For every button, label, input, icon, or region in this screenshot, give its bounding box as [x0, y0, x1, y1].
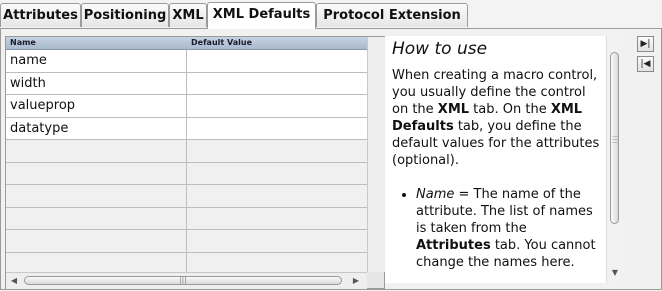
empty-table-row	[6, 230, 367, 253]
empty-table-row	[6, 185, 367, 208]
table-row[interactable]: name	[6, 50, 367, 73]
empty-cell	[187, 207, 367, 229]
column-header-name[interactable]: Name	[6, 37, 187, 49]
empty-cell	[6, 162, 187, 184]
empty-table-row	[6, 140, 367, 163]
tab-protocol-extension[interactable]: Protocol Extension	[316, 3, 468, 27]
default-value-cell[interactable]	[187, 50, 367, 72]
help-bold-xml: XML	[437, 102, 470, 117]
tab-positioning[interactable]: Positioning	[81, 3, 169, 27]
defaults-grid: Name Default Value name width valueprop …	[5, 36, 385, 289]
grid-vertical-scrollbar[interactable]	[367, 37, 385, 272]
empty-cell	[6, 230, 187, 252]
move-right-button[interactable]: ▶|	[637, 36, 654, 52]
empty-cell	[187, 252, 367, 272]
grid-horizontal-scrollbar[interactable]: ◀ ||| ▶	[6, 272, 367, 289]
help-bullet-list: Name = The name of the attribute. The li…	[392, 186, 604, 271]
tab-attributes[interactable]: Attributes	[0, 3, 81, 27]
empty-table-row	[6, 207, 367, 230]
horizontal-scroll-thumb[interactable]: |||	[24, 276, 342, 285]
column-header-default-value[interactable]: Default Value	[187, 37, 367, 49]
xml-defaults-panel: Name Default Value name width valueprop …	[0, 29, 662, 290]
xml-defaults-window: Attributes Positioning XML XML Defaults …	[0, 0, 662, 291]
help-content: How to use When creating a macro control…	[385, 36, 605, 271]
attribute-name-cell: name	[6, 50, 187, 72]
table-row[interactable]: datatype	[6, 117, 367, 140]
move-left-button[interactable]: |◀	[637, 56, 654, 72]
help-bold-attributes: Attributes	[416, 238, 491, 253]
help-title: How to use	[392, 39, 488, 59]
default-value-cell[interactable]	[187, 95, 367, 117]
table-row[interactable]: width	[6, 72, 367, 95]
help-vertical-scrollbar[interactable]: — — — ▼	[606, 36, 622, 283]
empty-cell	[187, 162, 367, 184]
attribute-name-cell: valueprop	[6, 95, 187, 117]
default-value-cell[interactable]	[187, 72, 367, 94]
table-row[interactable]: valueprop	[6, 95, 367, 118]
empty-cell	[6, 185, 187, 207]
default-value-cell[interactable]	[187, 117, 367, 139]
tab-divider-line	[0, 28, 662, 29]
tab-xml[interactable]: XML	[169, 3, 207, 27]
empty-table-row	[6, 252, 367, 272]
grid-body: name width valueprop datatype	[6, 50, 367, 272]
grid-header: Name Default Value	[6, 37, 367, 50]
tab-xml-defaults[interactable]: XML Defaults	[207, 2, 316, 29]
scroll-left-arrow-icon[interactable]: ◀	[8, 273, 20, 289]
empty-cell	[187, 185, 367, 207]
move-left-icon: |◀	[640, 59, 651, 69]
empty-cell	[187, 140, 367, 162]
empty-cell	[6, 252, 187, 272]
help-paragraph: When creating a macro control, you usual…	[392, 68, 600, 168]
scrollbar-corner	[367, 272, 384, 288]
attribute-name-cell: datatype	[6, 117, 187, 139]
help-pane: How to use When creating a macro control…	[385, 36, 622, 283]
empty-table-row	[6, 162, 367, 185]
empty-cell	[6, 207, 187, 229]
help-bullet-name: Name = The name of the attribute. The li…	[416, 186, 604, 271]
attribute-name-cell: width	[6, 72, 187, 94]
scroll-right-arrow-icon[interactable]: ▶	[350, 273, 362, 289]
tab-bar: Attributes Positioning XML XML Defaults …	[0, 0, 662, 29]
scroll-down-arrow-icon[interactable]: ▼	[607, 265, 622, 281]
move-right-icon: ▶|	[640, 39, 651, 49]
scroll-grip-icon: — — —	[612, 133, 618, 146]
empty-cell	[6, 140, 187, 162]
empty-cell	[187, 230, 367, 252]
help-scroll-thumb[interactable]: — — —	[610, 52, 619, 224]
